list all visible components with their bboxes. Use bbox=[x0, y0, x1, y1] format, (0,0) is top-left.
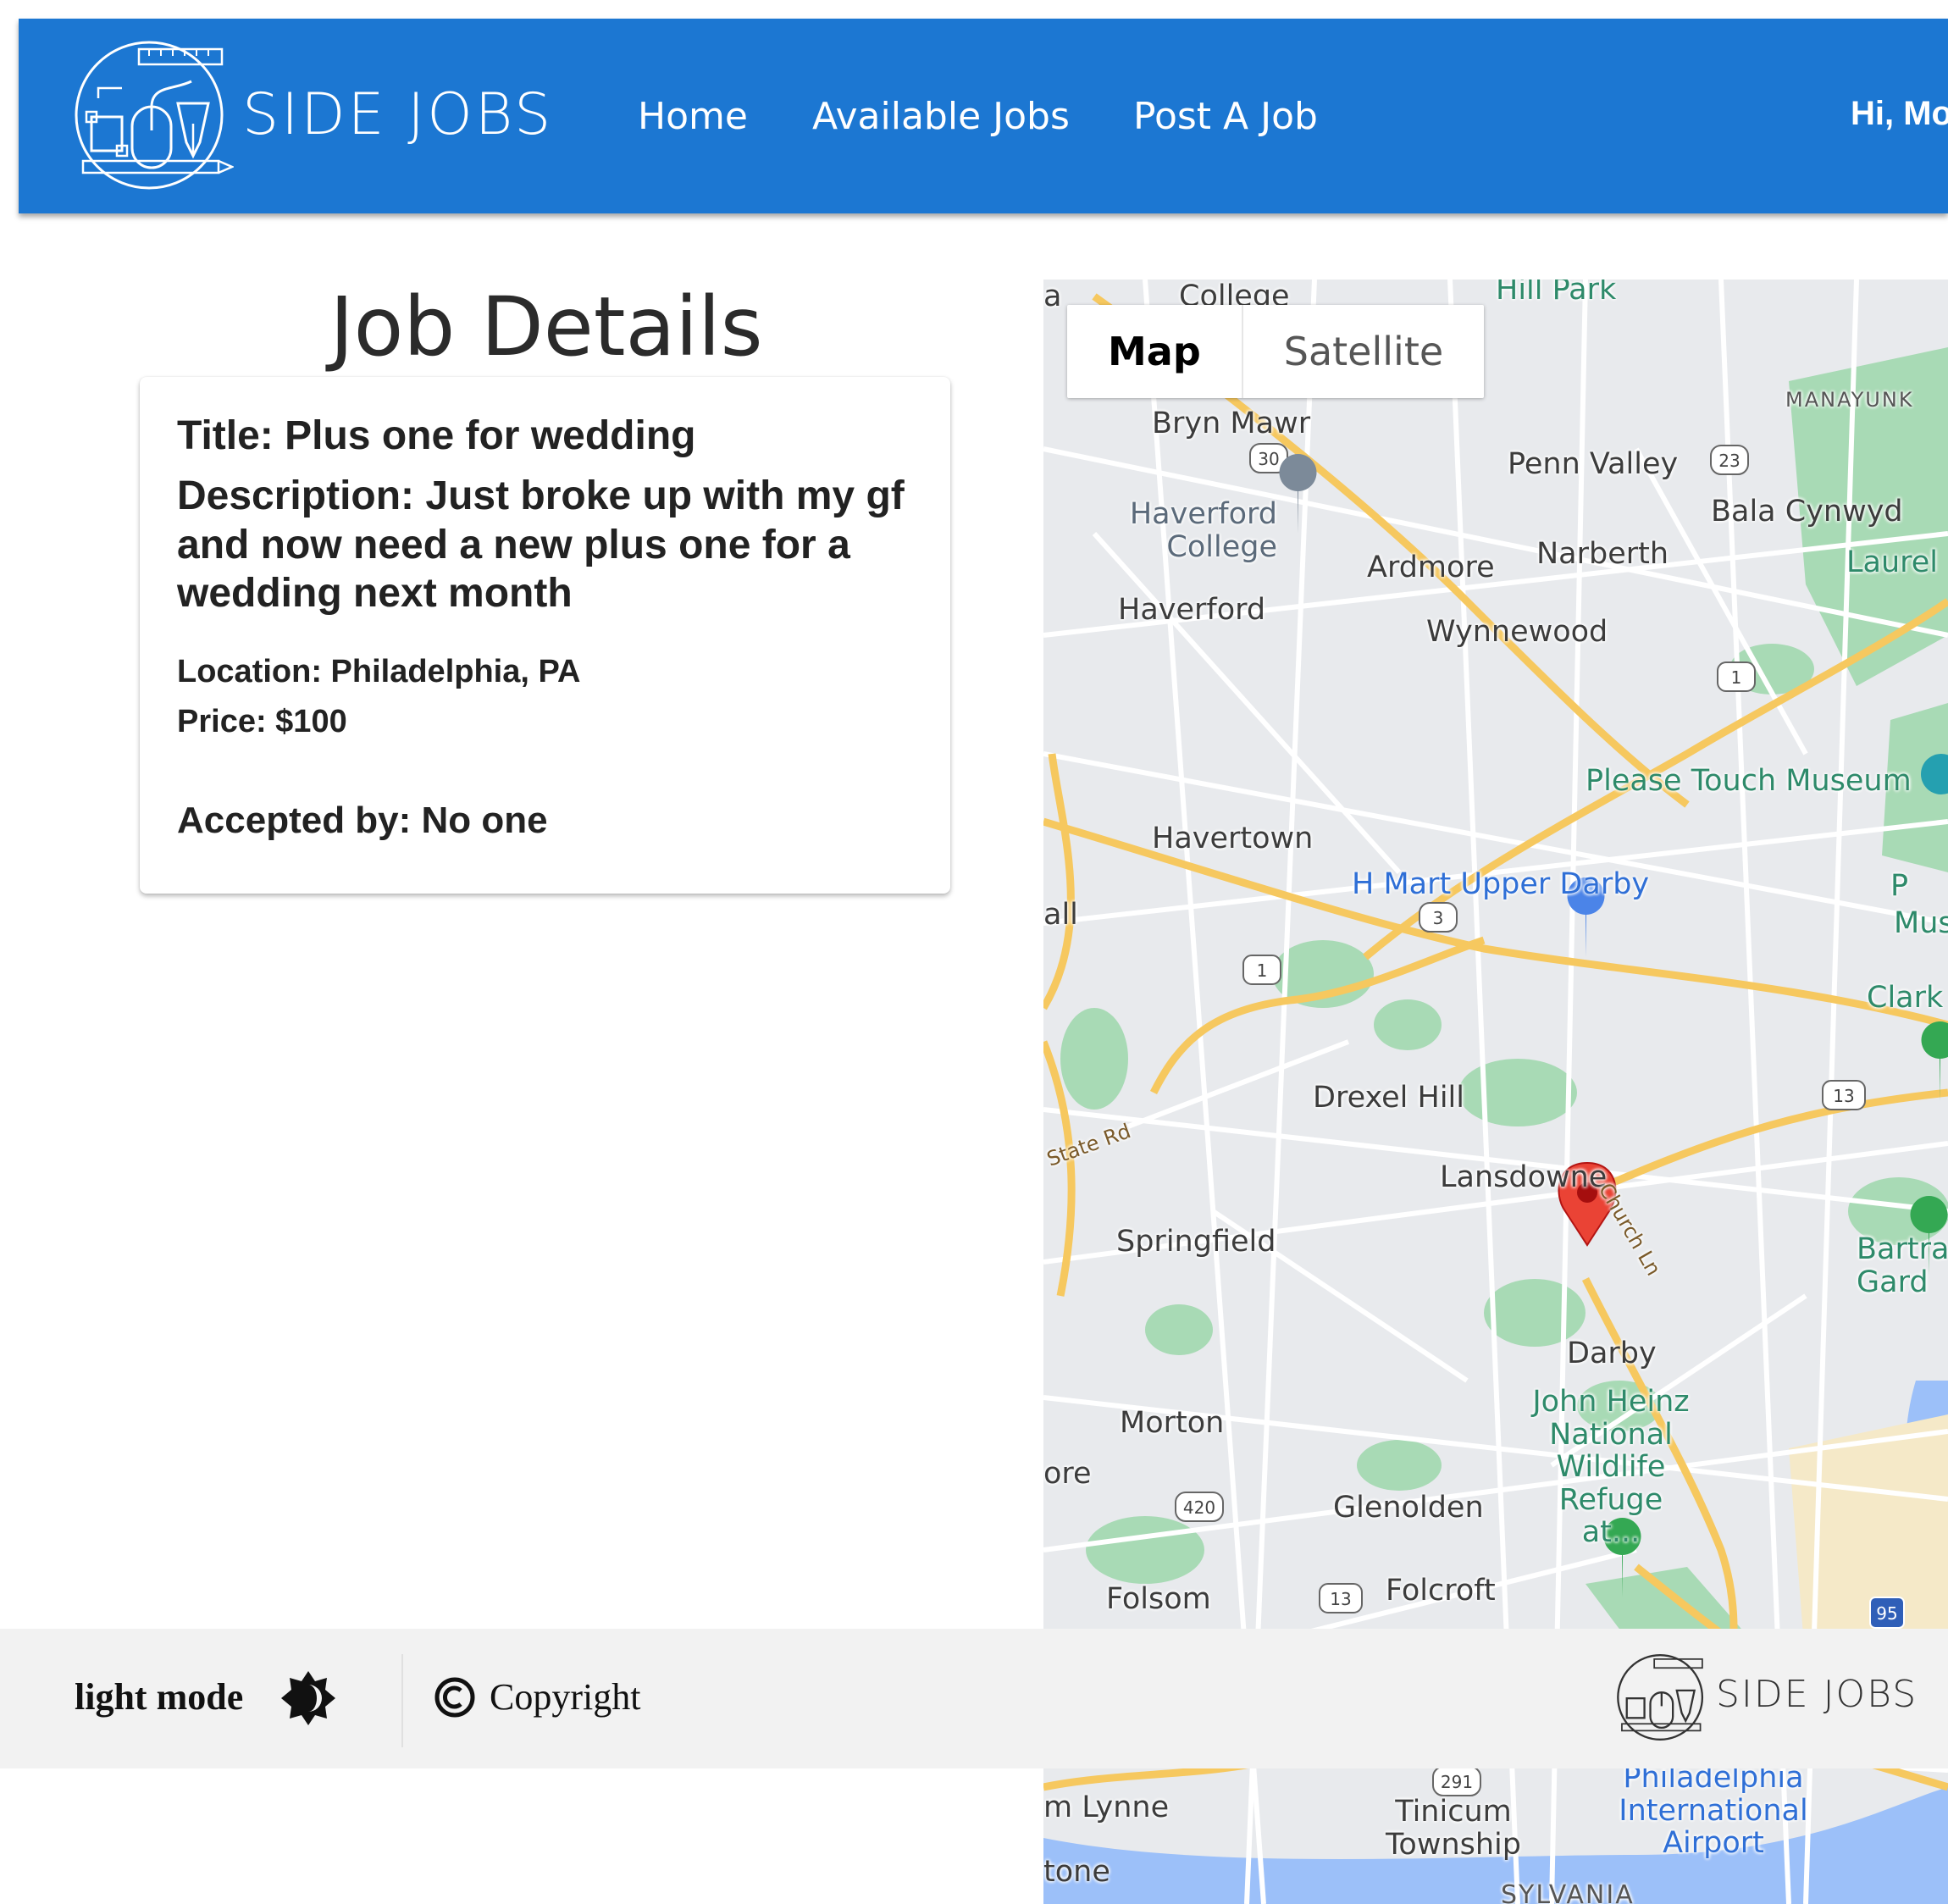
map-label-wynnewood: Wynnewood bbox=[1426, 615, 1608, 649]
map-label-tinicum: Tinicum Township bbox=[1385, 1795, 1521, 1862]
theme-toggle-icon[interactable] bbox=[279, 1669, 337, 1727]
map-label-narberth: Narberth bbox=[1536, 537, 1669, 571]
theme-mode-label: light mode bbox=[75, 1676, 244, 1718]
map-label-havertown: Havertown bbox=[1152, 822, 1314, 855]
job-description: Description: Just broke up with my gf an… bbox=[177, 473, 905, 617]
map-type-satellite-button[interactable]: Satellite bbox=[1241, 305, 1484, 398]
map-label-ore: ore bbox=[1043, 1457, 1092, 1491]
shield-30: 30 bbox=[1258, 449, 1279, 469]
copyright-icon bbox=[434, 1676, 476, 1719]
map-label-haverford: Haverford bbox=[1118, 593, 1266, 627]
brand-text: SIDE JOBS bbox=[242, 81, 554, 148]
map-label-tone: tone bbox=[1043, 1855, 1110, 1889]
map-label-ardmore: Ardmore bbox=[1367, 551, 1495, 584]
shield-13b: 13 bbox=[1330, 1589, 1351, 1609]
map-label-folcroft: Folcroft bbox=[1386, 1574, 1496, 1608]
map-label-bryn-mawr: Bryn Mawr bbox=[1152, 407, 1311, 440]
shield-23: 23 bbox=[1718, 451, 1740, 471]
map-label-darby: Darby bbox=[1567, 1337, 1657, 1370]
job-price: Price: $100 bbox=[177, 703, 347, 739]
map-label-folsom: Folsom bbox=[1106, 1582, 1211, 1616]
shield-420: 420 bbox=[1183, 1497, 1215, 1518]
map-label-pennsylvania: SYLVANIA bbox=[1501, 1880, 1635, 1904]
footer: light mode Copyright SIDE JOBS bbox=[0, 1629, 1948, 1768]
user-greeting[interactable]: Hi, Mo bbox=[1851, 95, 1948, 133]
footer-divider bbox=[401, 1654, 403, 1747]
shield-1b: 1 bbox=[1257, 960, 1268, 981]
footer-brand-text: SIDE JOBS bbox=[1716, 1673, 1918, 1716]
page-title: Job Details bbox=[329, 280, 763, 374]
job-accepted-by: Accepted by: No one bbox=[177, 799, 548, 841]
shield-3: 3 bbox=[1433, 908, 1444, 928]
map-label-m-lynne: m Lynne bbox=[1043, 1791, 1170, 1824]
map-label-mus: Mus bbox=[1894, 906, 1948, 940]
map-label-please-touch: Please Touch Museum bbox=[1586, 764, 1912, 798]
nav-home[interactable]: Home bbox=[638, 95, 748, 138]
nav-post-a-job[interactable]: Post A Job bbox=[1133, 95, 1318, 138]
map-type-control: Map Satellite bbox=[1067, 305, 1485, 398]
map-label-hill-park: Hill Park bbox=[1496, 280, 1617, 307]
nav-available-jobs[interactable]: Available Jobs bbox=[812, 95, 1070, 138]
map-label-drexel-hill: Drexel Hill bbox=[1313, 1081, 1464, 1115]
map-label-bartram: Bartra Gard bbox=[1857, 1232, 1948, 1299]
brand-logo[interactable]: SIDE JOBS bbox=[73, 39, 586, 191]
map-label-p: P bbox=[1890, 869, 1909, 903]
map-label-a: a bbox=[1043, 280, 1062, 313]
shield-13a: 13 bbox=[1833, 1086, 1854, 1106]
map-label-clark: Clark bbox=[1867, 981, 1944, 1015]
footer-logo-icon bbox=[1616, 1651, 1726, 1744]
map-label-glenolden: Glenolden bbox=[1333, 1491, 1484, 1525]
map-label-all: all bbox=[1043, 898, 1078, 932]
map-label-morton: Morton bbox=[1120, 1406, 1225, 1440]
map-label-haverford-college: Haverford College bbox=[1129, 497, 1277, 564]
navbar: SIDE JOBS Home Available Jobs Post A Job… bbox=[19, 19, 1948, 213]
job-location: Location: Philadelphia, PA bbox=[177, 653, 581, 689]
job-details-card: Title: Plus one for wedding Description:… bbox=[140, 377, 950, 894]
job-title: Title: Plus one for wedding bbox=[177, 413, 696, 458]
map-label-airport: Philadelphia International Airport bbox=[1619, 1761, 1808, 1860]
map-label-heinz: John Heinz National Wildlife Refuge at..… bbox=[1532, 1385, 1690, 1549]
logo-icon bbox=[75, 41, 235, 190]
map-label-manayunk: MANAYUNK bbox=[1785, 388, 1914, 412]
shield-291: 291 bbox=[1441, 1772, 1473, 1792]
map-label-penn-valley: Penn Valley bbox=[1508, 447, 1679, 481]
shield-95: 95 bbox=[1876, 1603, 1897, 1624]
map-label-bala-cynwyd: Bala Cynwyd bbox=[1711, 495, 1903, 529]
map-label-hmart: H Mart Upper Darby bbox=[1352, 867, 1650, 901]
map-label-lansdowne: Lansdowne bbox=[1440, 1160, 1608, 1194]
map-type-map-button[interactable]: Map bbox=[1067, 305, 1242, 398]
copyright-text: Copyright bbox=[490, 1676, 641, 1718]
shield-1a: 1 bbox=[1731, 667, 1742, 688]
map-label-springfield: Springfield bbox=[1116, 1225, 1276, 1259]
map-label-laurel: Laurel bbox=[1846, 545, 1939, 579]
